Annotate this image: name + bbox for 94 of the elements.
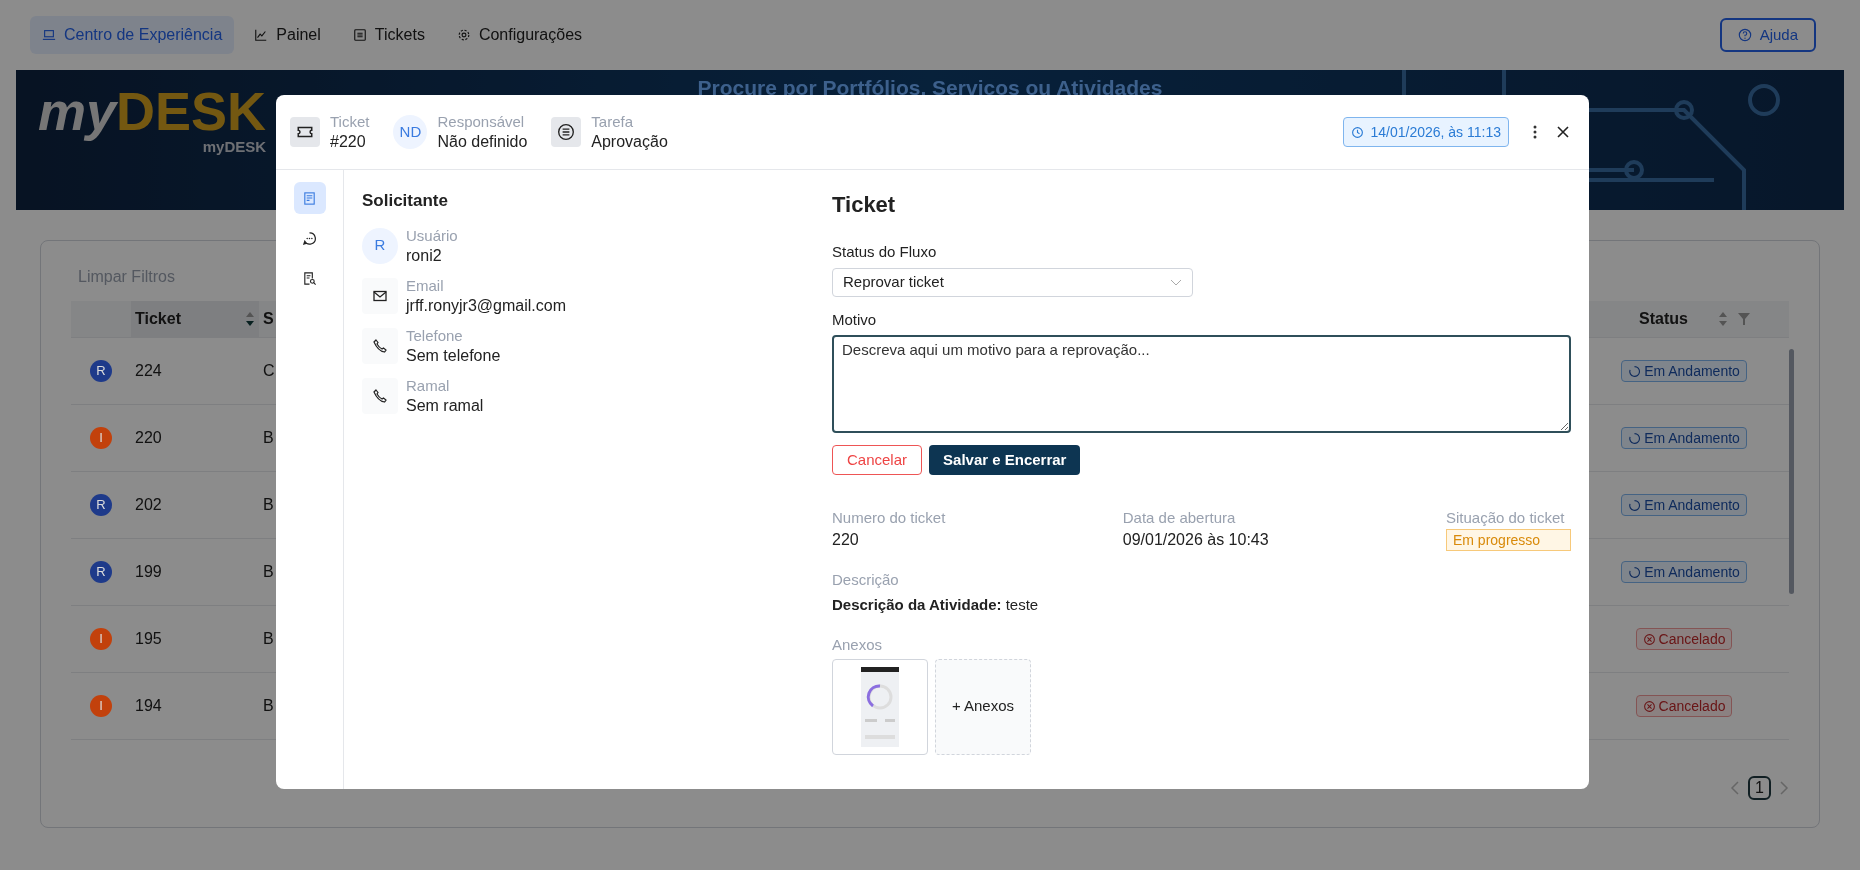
field-label: Situação do ticket: [1446, 508, 1566, 528]
attachment-thumbnail[interactable]: [832, 658, 928, 755]
nav-tab[interactable]: Painel: [242, 16, 333, 54]
user-avatar: I: [90, 427, 112, 449]
user-avatar: R: [90, 494, 112, 516]
cancel-circle-icon: [1642, 632, 1656, 646]
save-button[interactable]: Salvar e Encerrar: [929, 445, 1081, 475]
line-chart-icon: [254, 28, 269, 42]
column-header: Ticket: [135, 309, 181, 329]
field-label: Tarefa: [591, 112, 634, 132]
table-cell: B: [263, 563, 274, 580]
description-text: Descrição da Atividade: teste: [832, 594, 1040, 615]
nav-tab[interactable]: Tickets: [340, 16, 437, 54]
field-label: Email: [406, 275, 445, 296]
clock-icon: [1351, 125, 1365, 139]
laptop-icon: [42, 28, 56, 42]
date-badge: 14/01/2026, às 11:13: [1343, 117, 1509, 147]
column-header: S: [263, 310, 274, 327]
phone-icon: [372, 387, 388, 404]
more-icon[interactable]: [1533, 125, 1537, 139]
flow-status-select[interactable]: Reprovar ticket: [832, 267, 1193, 297]
nav-tab[interactable]: Centro de Experiência: [30, 16, 235, 54]
help-button[interactable]: Ajuda: [1719, 18, 1816, 52]
settings-icon: [456, 28, 471, 42]
field-value: 220: [832, 530, 860, 550]
table-cell: 224: [135, 362, 162, 379]
field-label: Usuário: [406, 225, 458, 246]
section-title: Ticket: [832, 191, 897, 219]
field-value: 09/01/2026 às 10:43: [1122, 530, 1269, 550]
status-badge: Em Andamento: [1621, 360, 1747, 382]
cancel-button[interactable]: Cancelar: [832, 445, 923, 475]
user-avatar: I: [90, 628, 112, 650]
field-value: roni2: [406, 245, 443, 266]
field-label: Ramal: [406, 375, 451, 396]
field-label: Descrição: [832, 570, 900, 590]
list-icon: [557, 123, 576, 141]
cancel-circle-icon: [1642, 699, 1656, 713]
field-value: Aprovação: [591, 132, 668, 152]
help-icon: [1737, 28, 1752, 42]
document-icon: [302, 190, 317, 206]
spinner-icon: [1628, 565, 1642, 579]
chat-icon: [302, 230, 317, 246]
field-label: Responsável: [437, 112, 526, 132]
table-cell: 199: [135, 563, 162, 580]
table-cell: 220: [135, 429, 162, 446]
scrollbar[interactable]: [1789, 349, 1794, 594]
table-cell: B: [263, 697, 274, 714]
spinner-icon: [1628, 364, 1642, 378]
field-label: Anexos: [832, 635, 884, 655]
list-icon: [352, 28, 367, 42]
field-label: Ticket: [330, 112, 370, 132]
column-header: Status: [1639, 309, 1688, 329]
section-title: Solicitante: [362, 190, 449, 212]
document-search-icon: [302, 270, 317, 286]
chevron-down-icon: [1170, 278, 1182, 286]
status-badge: Em Andamento: [1621, 494, 1747, 516]
spinner-icon: [1628, 498, 1642, 512]
side-tab[interactable]: [293, 182, 326, 214]
spinner-icon: [1628, 431, 1642, 445]
table-cell: B: [263, 496, 274, 513]
field-value: Sem telefone: [406, 345, 501, 366]
status-badge: Cancelado: [1635, 695, 1733, 717]
field-value: jrff.ronyjr3@gmail.com: [406, 295, 566, 316]
field-label: Motivo: [832, 309, 878, 330]
user-avatar: R: [90, 360, 112, 382]
status-badge: Cancelado: [1635, 628, 1733, 650]
status-badge: Em progresso: [1446, 529, 1571, 551]
field-label: Status do Fluxo: [832, 242, 938, 262]
user-avatar: R: [90, 561, 112, 583]
nav-tab[interactable]: Configurações: [444, 16, 595, 54]
sort-icon[interactable]: [245, 311, 255, 327]
status-badge: Em Andamento: [1621, 427, 1747, 449]
table-cell: C: [263, 362, 275, 379]
close-icon[interactable]: [1557, 126, 1569, 138]
table-cell: 194: [135, 697, 162, 714]
add-attachment-button[interactable]: + Anexos: [935, 658, 1031, 755]
table-cell: 195: [135, 630, 162, 647]
field-label: Telefone: [406, 325, 464, 346]
field-value: #220: [330, 132, 367, 152]
user-avatar: R: [362, 227, 398, 264]
field-value: Sem ramal: [406, 395, 484, 416]
phone-icon: [372, 337, 388, 354]
table-cell: 202: [135, 496, 162, 513]
page-number[interactable]: 1: [1748, 776, 1771, 800]
reason-field[interactable]: Descreva aqui um motivo para a reprovação...: [832, 335, 1571, 433]
table-cell: B: [263, 429, 274, 446]
field-label: Data de abertura: [1122, 508, 1237, 528]
table-cell: B: [263, 630, 274, 647]
user-avatar: ND: [393, 115, 428, 149]
field-value: Não definido: [437, 132, 528, 152]
logo-subtitle: myDESK: [202, 137, 267, 157]
status-badge: Em Andamento: [1621, 561, 1747, 583]
user-avatar: I: [90, 695, 112, 717]
field-label: Numero do ticket: [832, 508, 946, 528]
